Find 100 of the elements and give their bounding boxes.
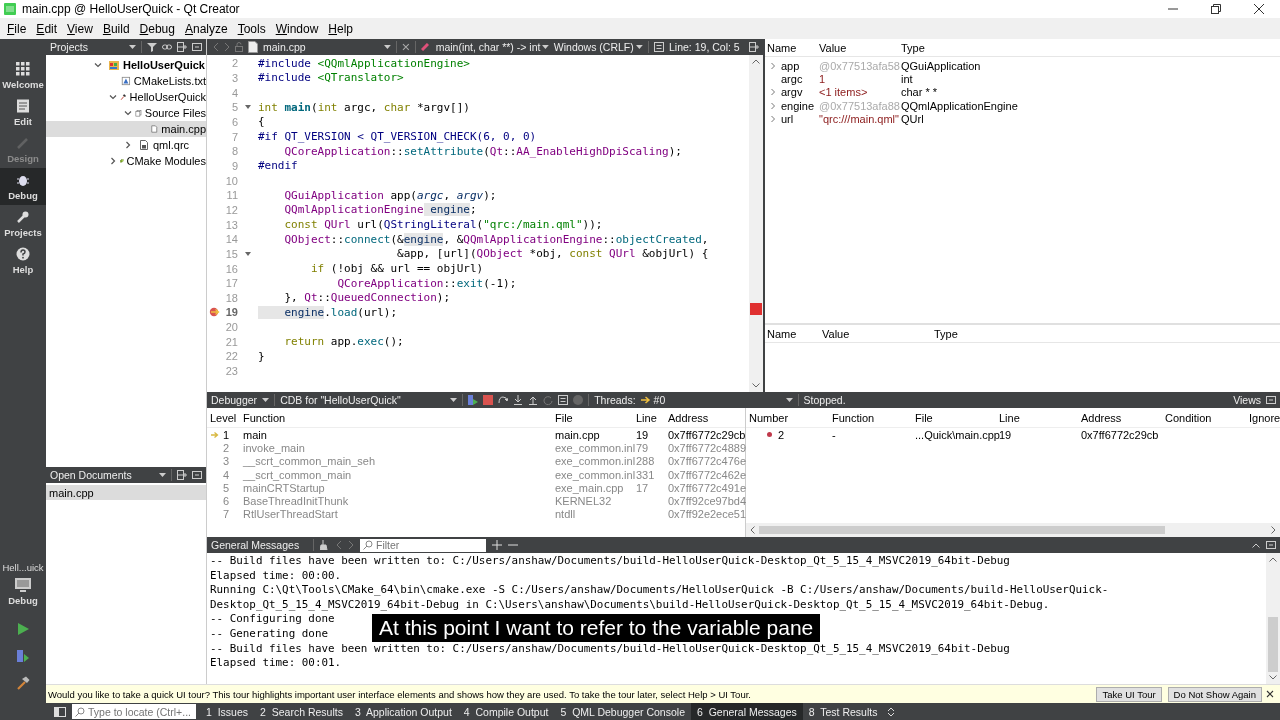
- column-header[interactable]: Name: [767, 327, 822, 340]
- run-icon[interactable]: [16, 622, 30, 636]
- locate-field[interactable]: Type to locate (Ctrl+...: [72, 704, 196, 719]
- tree-item[interactable]: CMake Modules: [46, 153, 206, 169]
- column-header[interactable]: Condition: [1165, 411, 1249, 424]
- column-header[interactable]: Function: [832, 411, 915, 424]
- column-header[interactable]: Number: [749, 411, 832, 424]
- breakpoint-icon[interactable]: [209, 307, 221, 318]
- split-icon[interactable]: [749, 42, 759, 52]
- column-header[interactable]: Line: [636, 411, 668, 424]
- split-icon[interactable]: [177, 470, 187, 480]
- tour-button[interactable]: Do Not Show Again: [1167, 686, 1262, 702]
- close-panel-icon[interactable]: [1266, 395, 1276, 405]
- file-selector[interactable]: main.cpp: [263, 41, 380, 53]
- sidebar-toggle-icon[interactable]: [54, 706, 66, 717]
- close-panel-icon[interactable]: [1266, 540, 1276, 550]
- column-header[interactable]: Line: [999, 411, 1081, 424]
- close-panel-icon[interactable]: [192, 42, 202, 52]
- output-tab[interactable]: 5 QML Debugger Console: [554, 703, 691, 720]
- filter-icon[interactable]: [147, 42, 157, 52]
- close-icon[interactable]: [1254, 4, 1264, 14]
- stack-frame-row[interactable]: 2 invoke_main exe_common.inl79 0x7ff6772c4889: [207, 441, 745, 455]
- view-selector[interactable]: Debugger: [211, 394, 258, 406]
- tree-item[interactable]: Source Files: [46, 105, 206, 121]
- tree-item[interactable]: qml.qrc: [46, 137, 206, 153]
- maximize-icon[interactable]: [1252, 542, 1260, 548]
- tree-item[interactable]: main.cpp: [46, 121, 206, 137]
- filter-field[interactable]: Filter: [360, 538, 486, 552]
- menu-item[interactable]: Help: [323, 21, 359, 36]
- scrollbar[interactable]: [1266, 553, 1280, 684]
- stack-frame-row[interactable]: 4 __scrt_common_main exe_common.inl331 0x7ff6772c462e: [207, 467, 745, 482]
- kit-selector[interactable]: Debug: [0, 577, 46, 606]
- stop-icon[interactable]: [483, 395, 494, 405]
- scroll-right-icon[interactable]: [1271, 526, 1276, 534]
- scroll-left-icon[interactable]: [750, 526, 755, 534]
- output-tab[interactable]: 8 Test Results: [802, 703, 884, 720]
- restart-icon[interactable]: [543, 395, 554, 405]
- thread-selector[interactable]: #0: [640, 394, 781, 406]
- column-header[interactable]: Name: [767, 41, 819, 54]
- column-header[interactable]: Function: [243, 411, 555, 424]
- dropdown-arrow-icon[interactable]: [159, 473, 166, 477]
- menu-item[interactable]: View: [62, 21, 98, 36]
- instruction-icon[interactable]: [558, 395, 569, 405]
- step-out-icon[interactable]: [528, 395, 539, 405]
- column-header[interactable]: Value: [819, 41, 901, 54]
- menu-item[interactable]: Analyze: [179, 21, 233, 36]
- output-tab[interactable]: 6 General Messages: [690, 703, 803, 720]
- scroll-up-icon[interactable]: [1269, 557, 1277, 562]
- horizontal-scrollbar[interactable]: [746, 523, 1280, 537]
- zoom-in-icon[interactable]: [492, 540, 502, 550]
- column-header[interactable]: Value: [822, 327, 934, 340]
- hammer-icon[interactable]: [16, 676, 30, 690]
- dropdown-arrow-icon[interactable]: [636, 45, 644, 49]
- menu-item[interactable]: Debug: [134, 21, 180, 36]
- cursor-position[interactable]: Line: 19, Col: 5: [669, 41, 744, 53]
- menu-item[interactable]: Edit: [31, 21, 63, 36]
- column-header[interactable]: Level: [210, 411, 243, 424]
- dropdown-arrow-icon[interactable]: [542, 45, 549, 49]
- stack-frame-row[interactable]: 6 BaseThreadInitThunk KERNEL32 0x7ff92ce97bd4: [207, 494, 745, 508]
- tree-item[interactable]: CMakeLists.txt: [46, 73, 206, 89]
- mode-button[interactable]: Welcome: [0, 57, 46, 94]
- scroll-down-icon[interactable]: [752, 383, 760, 388]
- restore-icon[interactable]: [1211, 4, 1221, 14]
- chevron-down-icon[interactable]: [94, 61, 102, 69]
- dropdown-arrow-icon[interactable]: [384, 45, 391, 49]
- dropdown-arrow-icon[interactable]: [129, 45, 136, 49]
- column-header[interactable]: File: [915, 411, 999, 424]
- continue-icon[interactable]: [468, 395, 479, 405]
- column-header[interactable]: Address: [668, 411, 745, 424]
- mode-button[interactable]: Edit: [0, 94, 46, 131]
- mode-button[interactable]: Projects: [0, 205, 46, 242]
- column-header[interactable]: Ignore: [1249, 411, 1280, 424]
- column-header[interactable]: Type: [934, 327, 1280, 340]
- step-over-icon[interactable]: [498, 395, 509, 405]
- step-into-icon[interactable]: [513, 395, 524, 405]
- fold-icon[interactable]: [245, 251, 251, 256]
- stack-frame-row[interactable]: 3 __scrt_common_main_seh exe_common.inl288 0x7ff6772c476e: [207, 454, 745, 468]
- mode-button[interactable]: Help: [0, 242, 46, 279]
- tree-item[interactable]: HelloUserQuick: [46, 57, 206, 73]
- column-header[interactable]: File: [555, 411, 636, 424]
- output-tab[interactable]: 2 Search Results: [254, 703, 349, 720]
- scroll-down-icon[interactable]: [1269, 675, 1277, 680]
- link-icon[interactable]: [162, 42, 172, 52]
- views-button[interactable]: Views: [1233, 394, 1261, 406]
- column-header[interactable]: Address: [1081, 411, 1165, 424]
- menu-item[interactable]: Tools: [232, 21, 271, 36]
- mode-button[interactable]: Debug: [0, 168, 46, 205]
- up-down-icon[interactable]: [887, 706, 896, 717]
- list-icon[interactable]: [654, 42, 664, 52]
- scroll-up-icon[interactable]: [752, 59, 760, 64]
- split-icon[interactable]: [177, 42, 187, 52]
- engine-selector[interactable]: CDB for "HelloUserQuick": [280, 394, 446, 406]
- dropdown-arrow-icon[interactable]: [785, 398, 793, 402]
- stack-frame-row[interactable]: 5 mainCRTStartup exe_main.cpp 17 0x7ff6772c491e: [207, 481, 745, 495]
- dropdown-arrow-icon[interactable]: [450, 398, 458, 402]
- close-icon[interactable]: [1266, 690, 1274, 698]
- output-tab[interactable]: 4 Compile Output: [457, 703, 555, 720]
- column-header[interactable]: Type: [901, 41, 1280, 54]
- stack-frame-row[interactable]: 1 main main.cpp 19 0x7ff6772c29cb: [207, 428, 745, 442]
- stack-frame-row[interactable]: 7 RtlUserThreadStart ntdll 0x7ff92e2ece51: [207, 507, 745, 522]
